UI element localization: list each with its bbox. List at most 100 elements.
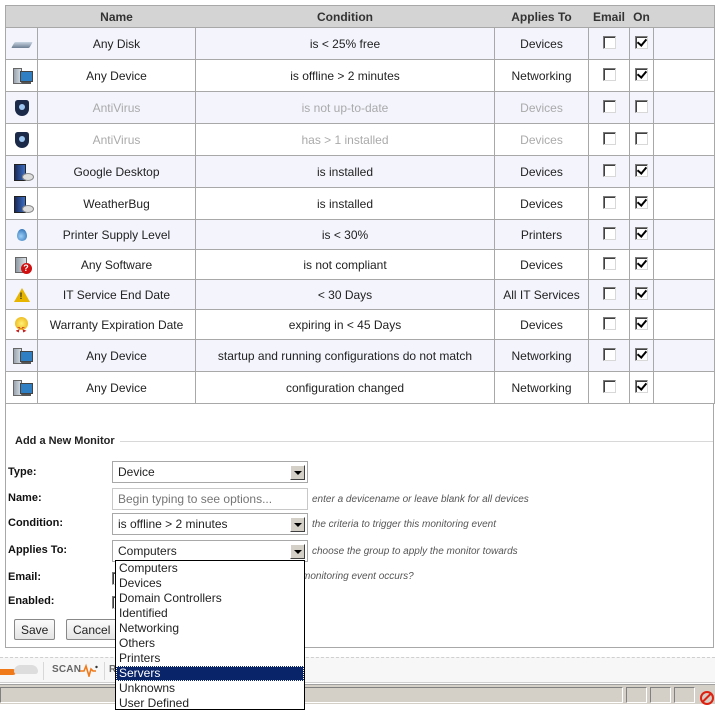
row-on-cell xyxy=(629,371,654,404)
table-row[interactable]: Any Device startup and running configurat… xyxy=(5,339,715,372)
email-checkbox[interactable] xyxy=(602,226,616,240)
legend-divider xyxy=(119,440,713,442)
row-name[interactable]: WeatherBug xyxy=(37,187,196,220)
email-checkbox[interactable] xyxy=(602,286,616,300)
on-checkbox[interactable] xyxy=(635,35,648,49)
row-name[interactable]: Warranty Expiration Date xyxy=(37,309,196,340)
row-spacer xyxy=(653,155,715,188)
status-pane-main xyxy=(0,687,623,703)
condition-select[interactable]: is offline > 2 minutes xyxy=(112,513,308,535)
header-on[interactable]: On xyxy=(629,5,654,28)
row-name[interactable]: Any Device xyxy=(37,371,196,404)
row-email-cell xyxy=(588,27,630,60)
header-email[interactable]: Email xyxy=(588,5,630,28)
table-row[interactable]: Google Desktop is installed Devices xyxy=(5,155,715,188)
row-on-cell xyxy=(629,279,654,310)
condition-select-value: is offline > 2 minutes xyxy=(118,517,228,531)
on-checkbox[interactable] xyxy=(635,379,648,393)
dropdown-option[interactable]: Printers xyxy=(116,651,304,666)
chevron-down-icon[interactable] xyxy=(290,544,305,559)
email-checkbox[interactable] xyxy=(602,99,616,113)
on-checkbox[interactable] xyxy=(635,99,648,113)
dropdown-option[interactable]: Networking xyxy=(116,621,304,636)
row-name[interactable]: AntiVirus xyxy=(37,123,196,156)
email-checkbox[interactable] xyxy=(602,67,616,81)
email-checkbox[interactable] xyxy=(602,256,616,270)
email-checkbox[interactable] xyxy=(602,195,616,209)
on-checkbox[interactable] xyxy=(635,195,648,209)
email-checkbox[interactable] xyxy=(602,131,616,145)
applies-to-select[interactable]: Computers xyxy=(112,540,308,562)
condition-hint: the criteria to trigger this monitoring … xyxy=(312,519,496,530)
table-row[interactable]: Any Device configuration changed Networkin… xyxy=(5,371,715,404)
dropdown-option[interactable]: Domain Controllers xyxy=(116,591,304,606)
applies-to-dropdown-list[interactable]: Computers Devices Domain Controllers Identi… xyxy=(115,560,305,710)
row-name[interactable]: Any Software xyxy=(37,249,196,280)
row-name[interactable]: Any Disk xyxy=(37,27,196,60)
row-email-cell xyxy=(588,91,630,124)
dropdown-option[interactable]: User Defined xyxy=(116,696,304,709)
email-checkbox[interactable] xyxy=(602,35,616,49)
chevron-down-icon[interactable] xyxy=(290,465,305,480)
table-row[interactable]: Any Softwareis not compliantDevices xyxy=(5,249,715,280)
dropdown-option[interactable]: Devices xyxy=(116,576,304,591)
dropdown-option[interactable]: Unknowns xyxy=(116,681,304,696)
row-icon-cell xyxy=(5,219,38,250)
row-email-cell xyxy=(588,219,630,250)
on-checkbox[interactable] xyxy=(635,316,648,330)
bottom-toolbar: SCAN R xyxy=(0,657,715,683)
row-icon-cell xyxy=(5,187,38,220)
table-row[interactable]: Warranty Expiration Date expiring in < 45… xyxy=(5,309,715,340)
row-name[interactable]: Any Device xyxy=(37,339,196,372)
row-name[interactable]: IT Service End Date xyxy=(37,279,196,310)
row-applies-to: Devices xyxy=(494,187,589,220)
dropdown-option[interactable]: Servers xyxy=(116,666,304,681)
on-checkbox[interactable] xyxy=(635,163,648,177)
row-email-cell xyxy=(588,59,630,92)
header-applies-to[interactable]: Applies To xyxy=(494,5,589,28)
table-row[interactable]: AntiVirus is not up-to-date Devices xyxy=(5,91,715,124)
row-spacer xyxy=(653,219,715,250)
applies-to-hint: choose the group to apply the monitor to… xyxy=(312,546,518,557)
row-applies-to: Devices xyxy=(494,249,589,280)
dropdown-option[interactable]: Identified xyxy=(116,606,304,621)
warning-icon xyxy=(11,285,33,305)
on-checkbox[interactable] xyxy=(635,286,648,300)
on-checkbox[interactable] xyxy=(635,226,648,240)
header-condition[interactable]: Condition xyxy=(195,5,495,28)
row-icon-cell xyxy=(5,59,38,92)
email-checkbox[interactable] xyxy=(602,163,616,177)
on-checkbox[interactable] xyxy=(635,67,648,81)
type-select[interactable]: Device xyxy=(112,461,308,483)
name-input[interactable] xyxy=(112,488,308,510)
table-row[interactable]: WeatherBug is installed Devices xyxy=(5,187,715,220)
row-name[interactable]: Printer Supply Level xyxy=(37,219,196,250)
save-button[interactable]: Save xyxy=(14,619,56,640)
popup-blocked-icon[interactable] xyxy=(698,687,714,705)
dropdown-option[interactable]: Others xyxy=(116,636,304,651)
cancel-button[interactable]: Cancel xyxy=(66,619,118,640)
ink-drop-icon xyxy=(11,225,33,245)
email-checkbox[interactable] xyxy=(602,379,616,393)
toolbar-divider xyxy=(104,662,105,680)
table-row[interactable]: Any Device is offline > 2 minutes Networki… xyxy=(5,59,715,92)
on-checkbox[interactable] xyxy=(635,347,648,361)
email-checkbox[interactable] xyxy=(602,316,616,330)
dropdown-option[interactable]: Computers xyxy=(116,561,304,576)
table-row[interactable]: IT Service End Date< 30 DaysAll IT Servi… xyxy=(5,279,715,310)
on-checkbox[interactable] xyxy=(635,131,648,145)
chevron-down-icon[interactable] xyxy=(290,517,305,532)
header-name[interactable]: Name xyxy=(37,5,196,28)
table-row[interactable]: AntiVirus has > 1 installed Devices xyxy=(5,123,715,156)
row-icon-cell xyxy=(5,309,38,340)
scan-button[interactable]: SCAN xyxy=(52,664,81,675)
brand-logo-icon xyxy=(0,662,40,678)
row-applies-to: Devices xyxy=(494,309,589,340)
email-checkbox[interactable] xyxy=(602,347,616,361)
row-name[interactable]: Google Desktop xyxy=(37,155,196,188)
on-checkbox[interactable] xyxy=(635,256,648,270)
table-row[interactable]: Printer Supply Level is < 30% Printers xyxy=(5,219,715,250)
row-name[interactable]: Any Device xyxy=(37,59,196,92)
table-row[interactable]: Any Disk is < 25% free Devices xyxy=(5,27,715,60)
row-name[interactable]: AntiVirus xyxy=(37,91,196,124)
